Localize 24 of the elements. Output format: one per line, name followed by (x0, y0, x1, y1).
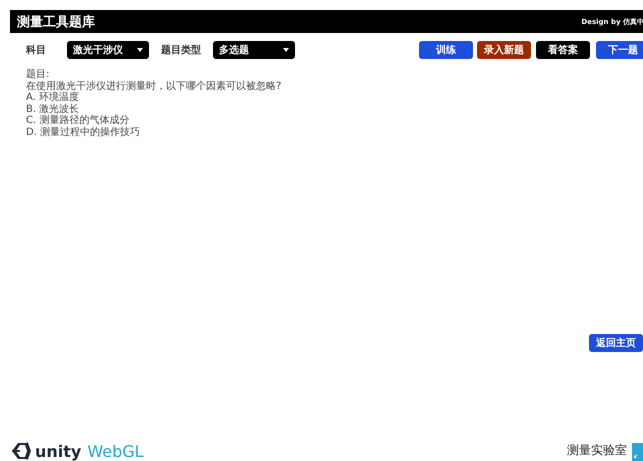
brand-text: unity (35, 442, 82, 460)
back-home-button[interactable]: 返回主页 (589, 334, 643, 352)
unity-logo-icon (10, 441, 32, 461)
filter-label: 科目 (26, 44, 46, 57)
answer-option: C. 测量路径的气体成分 (26, 115, 643, 126)
question-text: 在使用激光干涉仪进行测量时，以下哪个因素可以被忽略? (26, 80, 282, 92)
toolbar-button[interactable]: 训练 (419, 41, 473, 59)
app-title: 测量工具题库 (17, 14, 95, 30)
dropdown[interactable]: 激光干涉仪 (67, 41, 149, 59)
site-title: 测量实验室 (567, 442, 627, 459)
dropdown[interactable]: 多选题 (213, 41, 295, 59)
question-heading: 题目: (26, 69, 50, 80)
toolbar-button[interactable]: 下一题 (596, 41, 643, 59)
answer-option: B. 激光波长 (26, 104, 643, 115)
expand-icon (634, 452, 640, 458)
answer-option: D. 测量过程中的操作技巧 (26, 126, 643, 138)
filter-label: 题目类型 (161, 44, 201, 57)
fullscreen-button[interactable] (632, 443, 643, 461)
toolbar-button[interactable]: 录入新题 (477, 41, 531, 59)
product-text: WebGL (87, 442, 144, 460)
caret-icon (283, 48, 289, 52)
toolbar-button[interactable]: 看答案 (536, 41, 590, 59)
answer-option: A. 环境温度 (26, 92, 643, 104)
caret-icon (137, 48, 143, 52)
